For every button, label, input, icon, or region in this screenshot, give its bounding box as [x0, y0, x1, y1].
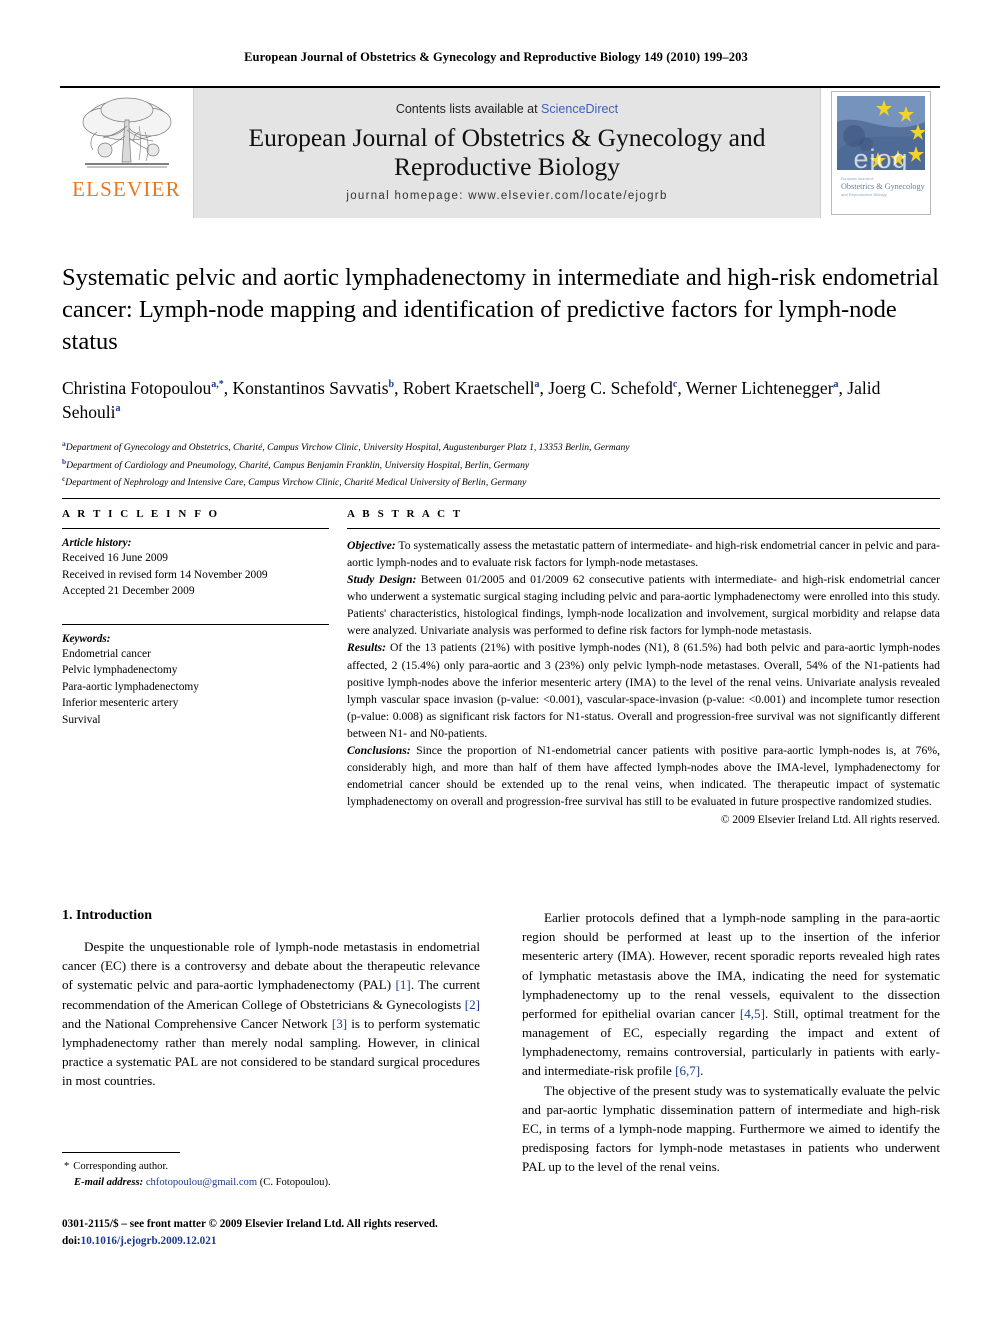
body-paragraph: The objective of the present study was t…	[522, 1082, 940, 1175]
svg-text:Obstetrics & Gynecology: Obstetrics & Gynecology	[841, 182, 926, 191]
abstract-section: Study Design: Between 01/2005 and 01/200…	[347, 573, 940, 638]
running-head: European Journal of Obstetrics & Gynecol…	[244, 50, 748, 64]
author-affiliation-mark: a,*	[211, 378, 224, 390]
intro-left-paragraphs: Despite the unquestionable role of lymph…	[62, 937, 480, 1090]
contents-prefix: Contents lists available at	[395, 101, 542, 116]
abstract-body: Objective: To systematically assess the …	[347, 537, 940, 810]
sciencedirect-link[interactable]: ScienceDirect	[541, 102, 618, 116]
article-history-item: Received in revised form 14 November 200…	[62, 568, 268, 581]
affiliation-mark: b	[62, 456, 67, 466]
author-affiliation-mark: a	[534, 378, 540, 390]
info-abstract-row: A R T I C L E I N F O Article history: R…	[62, 498, 940, 826]
author-name: Robert Kraetschell	[402, 377, 535, 398]
journal-title: European Journal of Obstetrics & Gynecol…	[248, 122, 766, 181]
article-history-item: Accepted 21 December 2009	[62, 585, 195, 598]
article-info-heading: A R T I C L E I N F O	[62, 508, 220, 520]
body-paragraph: Earlier protocols defined that a lymph-n…	[522, 910, 940, 1079]
keywords-label: Keywords:	[62, 632, 111, 645]
doi-label: doi:	[62, 1234, 81, 1247]
abstract-section-label: Study Design:	[347, 573, 417, 587]
article-info-rule	[62, 528, 329, 529]
body-column-right: Earlier protocols defined that a lymph-n…	[522, 908, 940, 1176]
article-history-list: Received 16 June 2009 Received in revised…	[62, 550, 329, 600]
keywords-rule	[62, 623, 329, 625]
abstract-copyright: © 2009 Elsevier Ireland Ltd. All rights …	[720, 814, 940, 827]
citation-link[interactable]: [6,7]	[675, 1063, 700, 1078]
abstract-section-label: Objective:	[347, 539, 396, 552]
body-columns: 1. Introduction Despite the unquestionab…	[62, 908, 940, 1176]
email-label: E-mail address:	[74, 1176, 144, 1188]
affiliation-mark: c	[62, 473, 66, 483]
citation-link[interactable]: [2]	[465, 997, 480, 1012]
cover-image: ejog European Journal of Obstetrics & Gy…	[831, 92, 930, 214]
affiliation-mark: a	[62, 439, 66, 449]
elsevier-logo: ELSEVIER	[60, 88, 194, 218]
footnote-email: E-mail address: chfotopoulou@gmail.com (…	[62, 1175, 480, 1191]
imprint-line: 0301-2115/$ – see front matter © 2009 El…	[62, 1218, 438, 1230]
keyword-item: Inferior mesenteric artery	[62, 697, 179, 710]
imprint-block: 0301-2115/$ – see front matter © 2009 El…	[62, 1216, 492, 1250]
cover-artwork: ejog European Journal of Obstetrics & Gy…	[830, 91, 931, 215]
body-paragraph: Despite the unquestionable role of lymph…	[62, 939, 480, 1089]
affiliation-item: aDepartment of Gynecology and Obstetrics…	[62, 439, 630, 454]
masthead-center: Contents lists available at ScienceDirec…	[194, 88, 820, 218]
citation-link[interactable]: [3]	[332, 1016, 347, 1031]
author-name: Christina Fotopoulou	[62, 377, 212, 398]
abstract-section: Conclusions: Since the proportion of N1-…	[347, 743, 940, 809]
article-history-label: Article history:	[62, 537, 132, 549]
author-affiliation-mark: b	[388, 378, 395, 390]
journal-homepage[interactable]: journal homepage: www.elsevier.com/locat…	[346, 190, 667, 202]
citation-link[interactable]: [4,5]	[740, 1006, 765, 1021]
elsevier-tree-icon	[82, 97, 171, 168]
footnote-divider	[62, 1152, 180, 1153]
author-affiliation-mark: c	[672, 378, 678, 390]
asterisk-icon: *	[64, 1161, 70, 1172]
affiliation-item: bDepartment of Cardiology and Pneumology…	[62, 456, 530, 471]
doi-line: doi:10.1016/j.ejogrb.2009.12.021	[62, 1233, 492, 1250]
abstract-section-label: Conclusions:	[347, 743, 411, 757]
body-column-left: 1. Introduction Despite the unquestionab…	[62, 908, 480, 1176]
citation-link[interactable]: [1]	[395, 977, 410, 992]
abstract-section-label: Results:	[347, 641, 386, 655]
svg-text:ejog: ejog	[853, 144, 908, 174]
affiliation-list: aDepartment of Gynecology and Obstetrics…	[62, 438, 940, 490]
corresponding-author-footnote: * Corresponding author. E-mail address: c…	[62, 1152, 480, 1191]
footnote-corresponding: * Corresponding author.	[62, 1159, 480, 1175]
author-affiliation-mark: a	[833, 378, 839, 390]
abstract-rule	[347, 528, 940, 529]
abstract-section: Objective: To systematically assess the …	[347, 539, 940, 570]
email-link[interactable]: chfotopoulou@gmail.com	[146, 1177, 257, 1188]
email-suffix: (C. Fotopoulou).	[257, 1176, 331, 1188]
keyword-item: Pelvic lymphadenectomy	[62, 664, 178, 677]
abstract-column: A B S T R A C T Objective: To systematic…	[345, 508, 940, 826]
abstract-heading: A B S T R A C T	[347, 508, 463, 520]
contents-available-line: Contents lists available at ScienceDirec…	[396, 102, 618, 116]
corresponding-text: Corresponding author.	[73, 1161, 169, 1172]
keywords-block: Keywords: Endometrial cancer Pelvic lymph…	[62, 623, 329, 729]
svg-text:European Journal of: European Journal of	[841, 177, 873, 181]
doi-link[interactable]: 10.1016/j.ejogrb.2009.12.021	[81, 1235, 217, 1247]
journal-masthead: ELSEVIER Contents lists available at Sci…	[60, 86, 940, 218]
abstract-section: Results: Of the 13 patients (21%) with p…	[347, 641, 940, 740]
elsevier-wordmark: ELSEVIER	[72, 177, 181, 201]
paper-page: European Journal of Obstetrics & Gynecol…	[0, 0, 992, 1323]
keywords-list: Endometrial cancer Pelvic lymphadenectomy…	[62, 646, 329, 729]
title-block: Systematic pelvic and aortic lymphadenec…	[62, 262, 940, 490]
author-affiliation-mark: a	[115, 403, 121, 415]
author-list: Christina Fotopouloua,*, Konstantinos Sa…	[62, 377, 881, 423]
article-history-item: Received 16 June 2009	[62, 552, 168, 564]
article-title: Systematic pelvic and aortic lymphadenec…	[62, 264, 939, 355]
affiliation-item: cDepartment of Nephrology and Intensive …	[62, 473, 527, 489]
keyword-item: Endometrial cancer	[62, 647, 151, 660]
svg-text:and Reproductive Biology: and Reproductive Biology	[841, 192, 887, 197]
intro-right-paragraphs: Earlier protocols defined that a lymph-n…	[522, 908, 940, 1176]
keyword-item: Para-aortic lymphadenectomy	[62, 680, 199, 693]
article-info-column: A R T I C L E I N F O Article history: R…	[62, 508, 345, 826]
section-heading-introduction: 1. Introduction	[62, 908, 152, 923]
keyword-item: Survival	[62, 713, 101, 726]
author-name: Joerg C. Schefold	[548, 377, 673, 398]
author-name: Konstantinos Savvatis	[232, 377, 389, 398]
journal-cover-thumbnail: ejog European Journal of Obstetrics & Gy…	[820, 88, 940, 218]
author-name: Werner Lichtenegger	[685, 377, 834, 398]
